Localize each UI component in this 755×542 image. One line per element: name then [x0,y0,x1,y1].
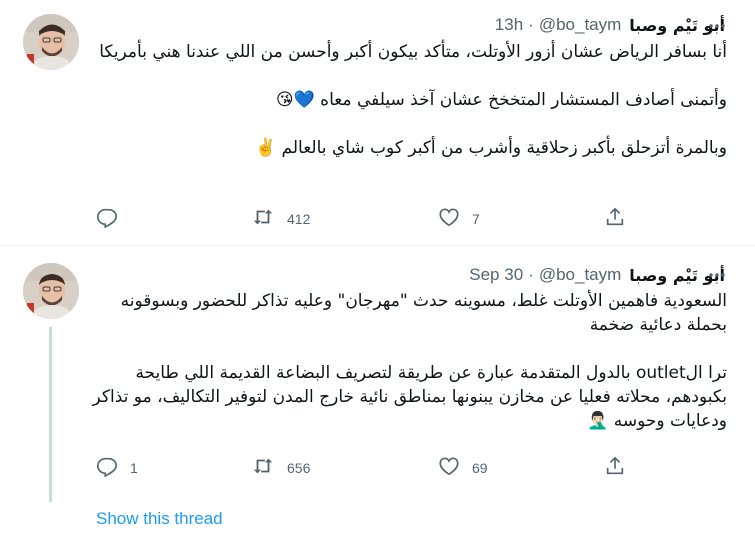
retweet-count: 656 [287,460,311,476]
retweet-icon [251,455,275,481]
show-thread-link[interactable]: Show this thread [96,509,223,529]
avatar[interactable] [23,14,79,70]
tweet-line: ترا الoutlet بالدول المتقدمة عبارة عن طر… [92,363,727,431]
reply-button[interactable] [96,204,130,234]
thread-connector [49,327,52,502]
share-icon [604,455,626,481]
tweet-text: السعودية فاهمين الأوتلت غلط، مسوينه حدث … [87,289,727,433]
like-count: 7 [472,211,480,227]
more-icon[interactable] [706,264,728,286]
tweet-line: وأتمنى أصادف المستشار المتخخخ عشان آخذ س… [275,90,727,110]
like-icon [438,455,460,481]
tweet-line: وبالمرة أتزحلق بأكبر زحلاقية وأشرب من أك… [254,138,727,158]
like-count: 69 [472,460,488,476]
separator-dot: · [528,15,534,34]
author-handle[interactable]: @bo_taym [539,265,621,285]
separator-dot: · [528,265,534,284]
tweet-text: أنا بسافر الرياض عشان أزور الأوتلت، متأك… [87,40,727,160]
retweet-icon [251,206,275,232]
like-button[interactable]: 7 [438,204,480,234]
tweet-actions: 412 7 [96,204,656,234]
tweet-header: أبو تَيْم وصبا @bo_taym · Sep 30 [469,263,725,287]
reply-button[interactable]: 1 [96,453,138,483]
tweet-header: أبو تَيْم وصبا @bo_taym · 13h [495,13,725,37]
retweet-button[interactable]: 412 [251,204,310,234]
tweet-actions: 1 656 69 [96,453,656,483]
share-icon [604,206,626,232]
tweet[interactable]: أبو تَيْم وصبا @bo_taym · 13h أنا بسافر … [0,0,755,246]
tweet-line: السعودية فاهمين الأوتلت غلط، مسوينه حدث … [120,291,727,335]
like-button[interactable]: 69 [438,453,488,483]
share-button[interactable] [604,204,626,234]
author-handle[interactable]: @bo_taym [539,15,621,35]
share-button[interactable] [604,453,626,483]
tweet[interactable]: أبو تَيْم وصبا @bo_taym · Sep 30 السعودي… [0,247,755,542]
reply-count: 1 [130,460,138,476]
retweet-count: 412 [287,211,311,227]
reply-icon [96,206,118,232]
retweet-button[interactable]: 656 [251,453,310,483]
tweet-timestamp[interactable]: Sep 30 [469,265,523,285]
tweet-timestamp[interactable]: 13h [495,15,523,35]
tweet-line: أنا بسافر الرياض عشان أزور الأوتلت، متأك… [99,42,727,62]
more-icon[interactable] [706,15,728,37]
reply-icon [96,455,118,481]
avatar[interactable] [23,263,79,319]
like-icon [438,206,460,232]
